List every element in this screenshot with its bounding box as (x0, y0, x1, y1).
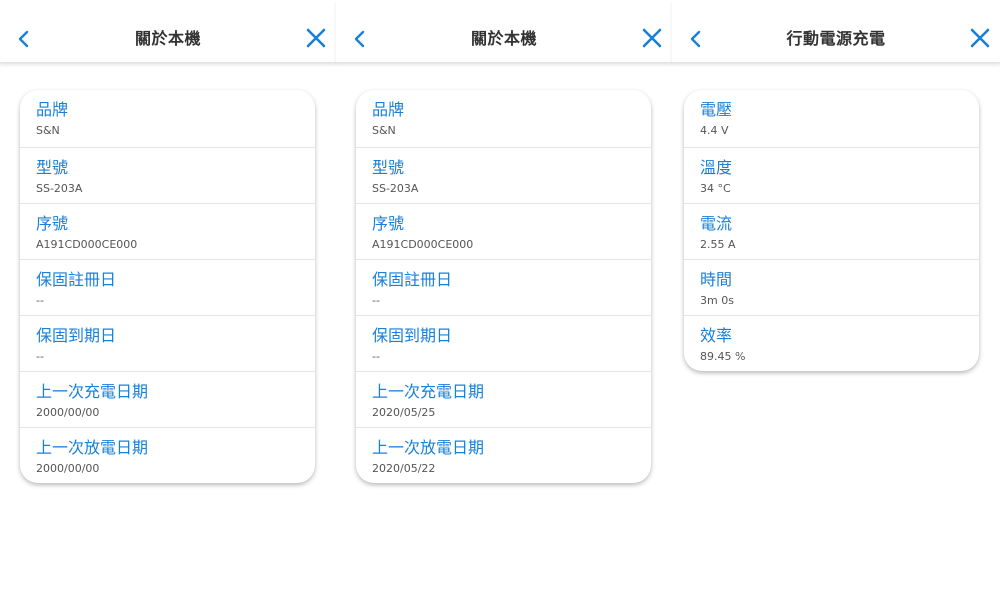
row-value: 89.45 % (700, 350, 746, 363)
info-row-current: 電流 2.55 A (684, 203, 979, 259)
info-row-brand: 品牌 S&N (20, 90, 315, 147)
row-label: 品牌 (372, 100, 405, 119)
row-value: A191CD000CE000 (36, 238, 138, 251)
page-title: 關於本機 (470, 29, 537, 48)
charging-info-card: 電壓 4.4 V 溫度 34 °C 電流 2.55 A 時間 3m 0s 效率 … (684, 90, 979, 371)
row-value: SS-203A (36, 182, 83, 195)
info-row-brand: 品牌 S&N (356, 90, 651, 147)
row-value: -- (372, 294, 380, 307)
info-row-warranty-registered: 保固註冊日 -- (20, 259, 315, 315)
row-label: 時間 (700, 270, 733, 289)
row-label: 電流 (700, 214, 733, 233)
row-value: 2.55 A (700, 238, 736, 251)
about-device-screen: 關於本機 品牌 S&N 型號 SS-203A 序號 A191CD000CE000… (336, 0, 672, 597)
info-row-time: 時間 3m 0s (684, 259, 979, 315)
row-label: 保固註冊日 (36, 270, 117, 289)
info-row-warranty-registered: 保固註冊日 -- (356, 259, 651, 315)
info-row-last-discharge: 上一次放電日期 2020/05/22 (356, 427, 651, 483)
row-value: S&N (372, 124, 396, 137)
row-value: A191CD000CE000 (372, 238, 474, 251)
info-row-last-discharge: 上一次放電日期 2000/00/00 (20, 427, 315, 483)
info-row-model: 型號 SS-203A (20, 147, 315, 203)
row-label: 電壓 (700, 100, 733, 119)
info-row-serial: 序號 A191CD000CE000 (356, 203, 651, 259)
row-value: SS-203A (372, 182, 419, 195)
info-row-serial: 序號 A191CD000CE000 (20, 203, 315, 259)
row-label: 效率 (700, 326, 733, 345)
row-label: 保固到期日 (372, 326, 453, 345)
close-icon[interactable] (968, 26, 992, 50)
row-value: 2000/00/00 (36, 406, 100, 419)
about-device-screen: 關於本機 品牌 S&N 型號 SS-203A 序號 A191CD000CE000… (0, 0, 336, 597)
row-value: 4.4 V (700, 124, 729, 137)
row-value: 2000/00/00 (36, 462, 100, 475)
row-label: 序號 (36, 214, 69, 233)
info-row-model: 型號 SS-203A (356, 147, 651, 203)
row-value: 34 °C (700, 182, 731, 195)
row-value: -- (36, 350, 44, 363)
header: 行動電源充電 (672, 0, 1000, 63)
info-card: 品牌 S&N 型號 SS-203A 序號 A191CD000CE000 保固註冊… (356, 90, 651, 483)
info-row-warranty-expiry: 保固到期日 -- (20, 315, 315, 371)
row-value: 2020/05/22 (372, 462, 436, 475)
screens-container: 關於本機 品牌 S&N 型號 SS-203A 序號 A191CD000CE000… (0, 0, 1000, 597)
header: 關於本機 (0, 0, 336, 63)
info-row-voltage: 電壓 4.4 V (684, 90, 979, 147)
row-value: 2020/05/25 (372, 406, 436, 419)
row-label: 品牌 (36, 100, 69, 119)
info-row-warranty-expiry: 保固到期日 -- (356, 315, 651, 371)
row-value: 3m 0s (700, 294, 734, 307)
row-label: 型號 (372, 158, 405, 177)
row-value: -- (36, 294, 44, 307)
power-bank-charging-screen: 行動電源充電 電壓 4.4 V 溫度 34 °C 電流 2.55 A 時間 3m… (672, 0, 1000, 597)
info-row-last-charge: 上一次充電日期 2020/05/25 (356, 371, 651, 427)
row-label: 上一次放電日期 (372, 438, 485, 457)
row-label: 保固到期日 (36, 326, 117, 345)
header: 關於本機 (336, 0, 672, 63)
row-label: 上一次放電日期 (36, 438, 149, 457)
row-value: S&N (36, 124, 60, 137)
row-label: 型號 (36, 158, 69, 177)
info-row-temperature: 溫度 34 °C (684, 147, 979, 203)
info-row-last-charge: 上一次充電日期 2000/00/00 (20, 371, 315, 427)
row-label: 上一次充電日期 (372, 382, 485, 401)
row-value: -- (372, 350, 380, 363)
row-label: 序號 (372, 214, 405, 233)
info-card: 品牌 S&N 型號 SS-203A 序號 A191CD000CE000 保固註冊… (20, 90, 315, 483)
page-title: 行動電源充電 (786, 29, 886, 48)
page-title: 關於本機 (134, 29, 201, 48)
row-label: 上一次充電日期 (36, 382, 149, 401)
row-label: 保固註冊日 (372, 270, 453, 289)
row-label: 溫度 (700, 158, 733, 177)
info-row-efficiency: 效率 89.45 % (684, 315, 979, 371)
close-icon[interactable] (640, 26, 664, 50)
close-icon[interactable] (304, 26, 328, 50)
